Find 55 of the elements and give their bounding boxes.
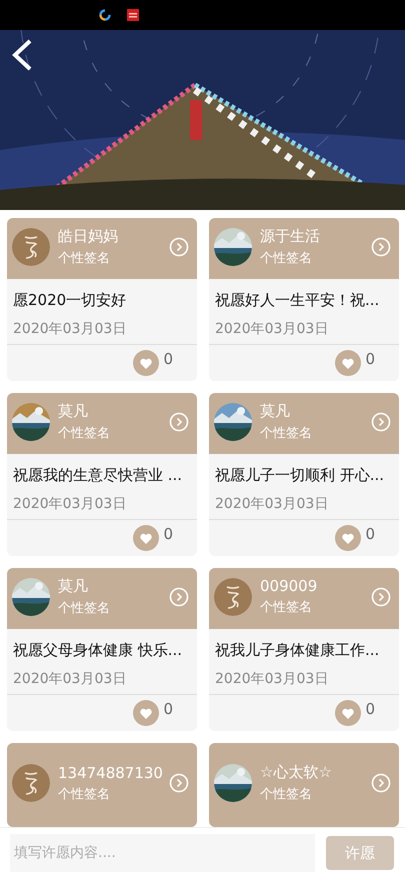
wish-date: 2020年03月03日 bbox=[215, 670, 330, 690]
user-name: 源于生活 bbox=[260, 226, 321, 246]
like-count: 0 bbox=[365, 525, 375, 544]
user-name: 皓日妈妈 bbox=[58, 226, 119, 246]
user-name: 009009 bbox=[260, 577, 318, 596]
wish-text: 祝愿父母身体健康 快乐... bbox=[13, 641, 184, 660]
user-signature: 个性签名 bbox=[58, 600, 111, 617]
calligraphy-avatar-icon bbox=[214, 578, 252, 616]
wish-date: 2020年03月03日 bbox=[13, 320, 128, 340]
user-name: 莫凡 bbox=[260, 402, 291, 421]
like-count: 0 bbox=[163, 350, 173, 368]
user-signature: 个性签名 bbox=[58, 424, 111, 442]
wish-date: 2020年03月03日 bbox=[13, 670, 128, 690]
user-signature: 个性签名 bbox=[260, 424, 313, 442]
app-icon bbox=[99, 9, 111, 21]
wish-date: 2020年03月03日 bbox=[13, 495, 128, 514]
calligraphy-avatar-icon bbox=[12, 228, 50, 266]
wish-card[interactable]: 皓日妈妈 个性签名 愿2020一切安好 2020年03月03日 0 bbox=[7, 218, 197, 381]
app-icon bbox=[127, 9, 139, 21]
user-signature: 个性签名 bbox=[58, 786, 111, 802]
user-signature: 个性签名 bbox=[58, 250, 111, 267]
chevron-circle-icon[interactable] bbox=[371, 412, 391, 432]
wish-input-field[interactable]: 填写许愿内容.... bbox=[10, 834, 315, 872]
like-count: 0 bbox=[365, 350, 375, 368]
chevron-circle-icon[interactable] bbox=[371, 586, 391, 607]
user-name: 13474887130 bbox=[58, 764, 161, 782]
like-count: 0 bbox=[163, 700, 173, 718]
chevron-circle-icon[interactable] bbox=[371, 236, 391, 257]
wish-text: 祝愿儿子一切顺利 开心... bbox=[215, 466, 386, 486]
user-name: 莫凡 bbox=[58, 576, 89, 596]
wish-date: 2020年03月03日 bbox=[215, 320, 330, 340]
like-count: 0 bbox=[163, 525, 173, 544]
wish-card[interactable]: 莫凡 个性签名 祝愿我的生意尽快营业 ... 2020年03月03日 0 bbox=[7, 393, 197, 556]
chevron-circle-icon[interactable] bbox=[371, 773, 391, 793]
wish-card[interactable]: 莫凡 个性签名 祝愿父母身体健康 快乐... 2020年03月03日 0 bbox=[7, 568, 197, 731]
back-icon[interactable] bbox=[10, 38, 34, 72]
wish-card[interactable]: 莫凡 个性签名 祝愿儿子一切顺利 开心... 2020年03月03日 0 bbox=[209, 393, 399, 556]
wish-text: 祝愿我的生意尽快营业 ... bbox=[13, 466, 184, 486]
user-signature: 个性签名 bbox=[260, 599, 313, 616]
calligraphy-avatar-icon bbox=[12, 764, 50, 802]
chevron-circle-icon[interactable] bbox=[169, 773, 189, 793]
user-name: ☆心太软☆ bbox=[260, 763, 333, 782]
wish-date: 2020年03月03日 bbox=[215, 495, 330, 514]
wish-text: 祝我儿子身体健康工作... bbox=[215, 641, 380, 660]
wish-text: 祝愿好人一生平安！祝... bbox=[215, 291, 380, 310]
user-name: 莫凡 bbox=[58, 402, 89, 421]
user-signature: 个性签名 bbox=[260, 250, 313, 267]
chevron-circle-icon[interactable] bbox=[169, 412, 189, 432]
user-signature: 个性签名 bbox=[260, 786, 313, 803]
chevron-circle-icon[interactable] bbox=[169, 586, 189, 607]
chevron-circle-icon[interactable] bbox=[169, 236, 189, 257]
wish-card[interactable]: 009009 个性签名 祝我儿子身体健康工作... 2020年03月03日 0 bbox=[209, 568, 399, 731]
wish-card[interactable]: 源于生活 个性签名 祝愿好人一生平安！祝... 2020年03月03日 0 bbox=[209, 218, 399, 381]
wish-text: 愿2020一切安好 bbox=[13, 291, 128, 310]
like-count: 0 bbox=[365, 700, 375, 718]
